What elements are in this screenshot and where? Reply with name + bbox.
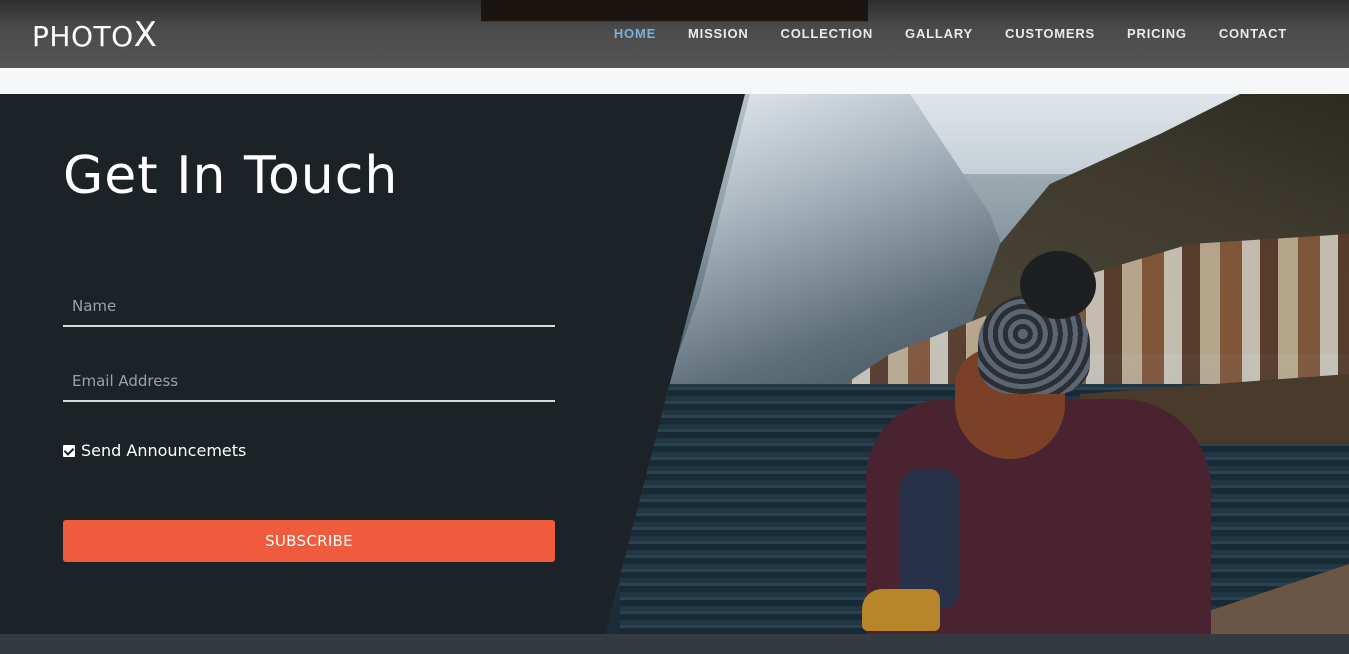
nav-collection[interactable]: COLLECTION xyxy=(765,26,890,42)
beanie-pompom xyxy=(1020,251,1096,319)
email-input[interactable] xyxy=(63,362,555,400)
name-input[interactable] xyxy=(63,287,555,325)
footer-bar xyxy=(0,634,1349,654)
email-field xyxy=(63,362,555,402)
nav-gallary[interactable]: GALLARY xyxy=(889,26,989,42)
section-divider xyxy=(0,68,1349,94)
nav-links: HOME MISSION COLLECTION GALLARY CUSTOMER… xyxy=(598,26,1303,42)
announcements-option[interactable]: Send Announcemets xyxy=(63,441,246,460)
nav-home[interactable]: HOME xyxy=(598,26,672,42)
contact-section: Get In Touch Send Announcemets SUBSCRIBE xyxy=(0,94,1349,634)
brand-suffix: X xyxy=(133,15,158,55)
nav-contact[interactable]: CONTACT xyxy=(1203,26,1303,42)
header-image-edge xyxy=(481,0,868,22)
subscribe-button[interactable]: SUBSCRIBE xyxy=(63,520,555,562)
nav-customers[interactable]: CUSTOMERS xyxy=(989,26,1111,42)
name-field xyxy=(63,287,555,327)
announcements-label: Send Announcemets xyxy=(81,441,247,460)
brand-prefix: PHOTO xyxy=(32,20,134,53)
section-title: Get In Touch xyxy=(63,146,399,206)
nav-pricing[interactable]: PRICING xyxy=(1111,26,1203,42)
person-boot xyxy=(862,589,940,631)
person-jeans xyxy=(900,469,960,609)
brand-logo[interactable]: PHOTOX xyxy=(32,18,157,54)
announcements-checkbox[interactable] xyxy=(63,444,75,457)
nav-mission[interactable]: MISSION xyxy=(672,26,765,42)
